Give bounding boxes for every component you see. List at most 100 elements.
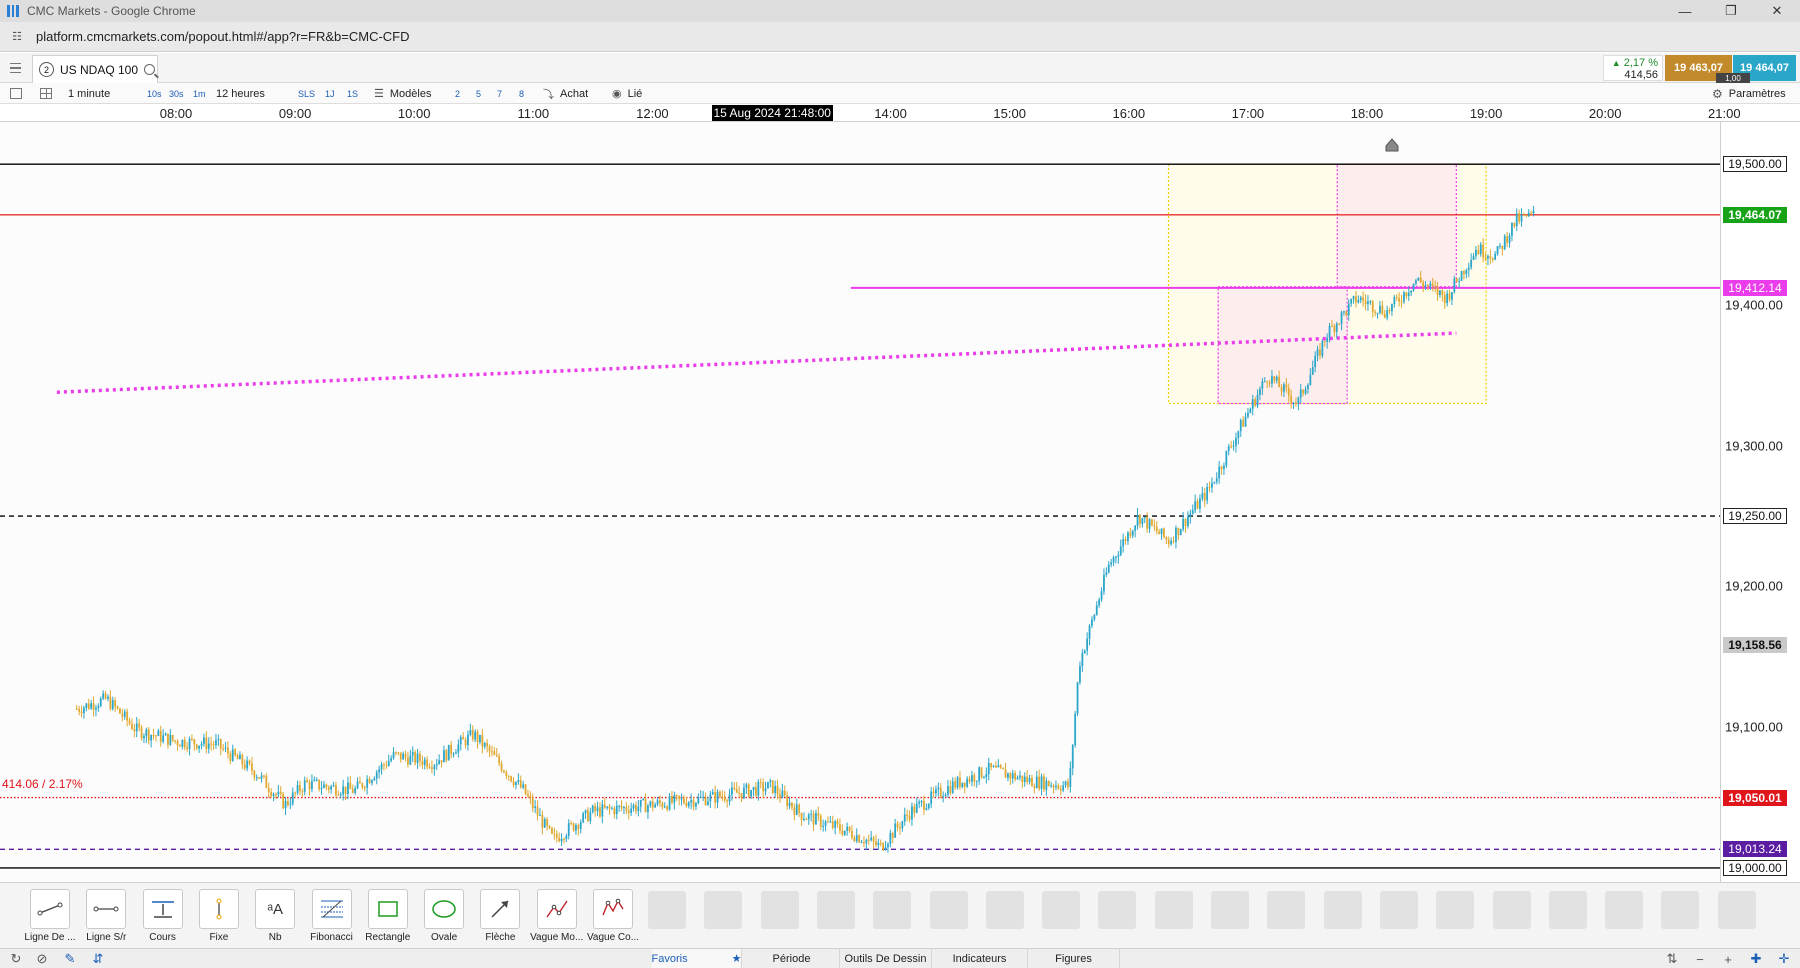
candle-body [260,775,263,779]
cursor-tool-icon[interactable]: ⇵ [90,951,106,967]
empty-tool-slot[interactable] [1211,891,1249,929]
layout-grid-icon[interactable] [40,86,52,101]
empty-tool-slot[interactable] [1436,891,1475,929]
interval-1m[interactable]: 1m [193,86,206,101]
settings-button[interactable]: ⚙ Paramètres [1712,86,1786,101]
period-1j[interactable]: 1J [325,86,335,101]
empty-tool-slot[interactable] [1379,891,1418,929]
empty-tool-slot[interactable] [1492,891,1531,929]
template-slot-8[interactable]: 8 [519,86,524,101]
candle-body [1225,450,1228,466]
bottom-tab[interactable]: Figures [1028,949,1120,968]
chart-list-icon[interactable] [10,86,22,101]
drawing-tool[interactable]: Vague Co... [586,889,640,943]
empty-tool-slot[interactable] [1661,891,1700,929]
empty-tool-slot[interactable] [1098,891,1137,929]
bottom-tab[interactable]: Période [744,949,840,968]
candle-body [1321,341,1324,356]
drawing-tool[interactable]: Fixe [192,889,246,943]
fit-chart-icon[interactable]: ⇅ [1664,951,1680,967]
candle-body [668,796,671,810]
empty-tool-slot[interactable] [929,891,968,929]
candle-body [152,735,155,737]
candle-body [445,750,448,761]
zoom-in-icon[interactable]: + [1720,951,1736,967]
candle-body [1007,773,1009,778]
empty-tool-slot[interactable] [648,891,686,929]
order-button[interactable]: ⤵ Achat [543,86,588,101]
candle-body [1115,556,1117,558]
candle-body [87,703,90,709]
crosshair-icon[interactable]: ✚ [1748,951,1764,967]
candle-body [1431,283,1434,286]
candle-body [188,738,191,749]
drawing-tool[interactable]: Ligne S/r [79,889,133,943]
zoom-out-icon[interactable]: − [1692,951,1708,967]
bottom-tab[interactable]: Favoris ★ [652,949,742,968]
instrument-tab[interactable]: 2 US NDAQ 100 [32,55,158,83]
drawing-tool[interactable]: Fibonacci [305,889,359,943]
restore-icon[interactable]: ❐ [1708,0,1754,22]
candle-body [1043,776,1045,790]
drawing-tool[interactable]: Ligne De ... [23,889,77,943]
close-icon[interactable]: ✕ [1754,0,1800,22]
candle-body [709,794,712,802]
period-select[interactable]: 12 heures [216,86,265,101]
candle-body [553,833,556,835]
period-sls[interactable]: SLS [298,86,315,101]
templates-button[interactable]: ☰ Modèles [374,86,431,101]
candle-body [164,733,167,736]
bottom-tab[interactable]: Outils De Dessin [840,949,932,968]
bottom-tab[interactable]: Indicateurs [932,949,1028,968]
pencil-icon[interactable]: ✎ [62,951,78,967]
template-slot-7[interactable]: 7 [497,86,502,101]
drawing-tool[interactable]: Rectangle [361,889,415,943]
candle-body [1213,481,1216,483]
empty-tool-slot[interactable] [816,891,855,929]
candle-body [289,803,292,805]
candle-body [980,767,983,778]
empty-tool-slot[interactable] [873,891,912,929]
empty-tool-slot[interactable] [985,891,1024,929]
empty-tool-slot[interactable] [1605,891,1644,929]
empty-tool-slot[interactable] [1323,891,1362,929]
cancel-icon[interactable]: ⊘ [34,951,50,967]
candle-body [1472,256,1475,260]
refresh-icon[interactable]: ↻ [8,951,24,967]
linked-button[interactable]: ◉ Lié [612,86,642,101]
drawing-tool[interactable]: Cours [136,889,190,943]
candle-body [359,781,361,784]
candle-body [1151,519,1153,526]
empty-tool-slot[interactable] [1717,891,1756,929]
site-settings-icon[interactable]: ☷ [8,28,26,46]
interval-30s[interactable]: 30s [169,86,184,101]
candle-body [241,754,244,765]
template-slot-5[interactable]: 5 [476,86,481,101]
drawn-rectangle [1336,163,1457,288]
price-chart[interactable]: 15 Aug 2024 21:48:00 08:00 09:00 10:00 11:0… [0,104,1800,882]
empty-tool-slot[interactable] [1267,891,1306,929]
drawing-tool[interactable]: Ovale [417,889,471,943]
candle-body [1362,297,1365,301]
interval-10s[interactable]: 10s [147,86,162,101]
expand-icon[interactable]: ✛ [1776,951,1792,967]
search-icon[interactable] [144,64,156,75]
empty-tool-slot[interactable] [1548,891,1587,929]
interval-select[interactable]: 1 minute [68,86,110,101]
drawing-tool[interactable]: Flèche [473,889,527,943]
empty-tool-slot[interactable] [1042,891,1081,929]
drawing-tool[interactable]: Vague Mo... [530,889,584,943]
period-1s[interactable]: 1S [347,86,358,101]
empty-tool-slot[interactable] [760,891,799,929]
candle-body [1458,280,1461,282]
empty-tool-slot[interactable] [1154,891,1193,929]
minimize-icon[interactable]: — [1662,0,1708,22]
empty-tool-slot[interactable] [704,891,743,929]
template-slot-2[interactable]: 2 [455,86,460,101]
drawing-tool[interactable]: ᵃA Nb [248,889,302,943]
chart-plot-area[interactable] [0,122,1720,882]
hamburger-menu-icon[interactable] [4,57,26,79]
candle-body [687,802,690,807]
bottom-tab-label: Période [772,952,811,965]
url-text[interactable]: platform.cmcmarkets.com/popout.html#/app… [36,29,410,44]
